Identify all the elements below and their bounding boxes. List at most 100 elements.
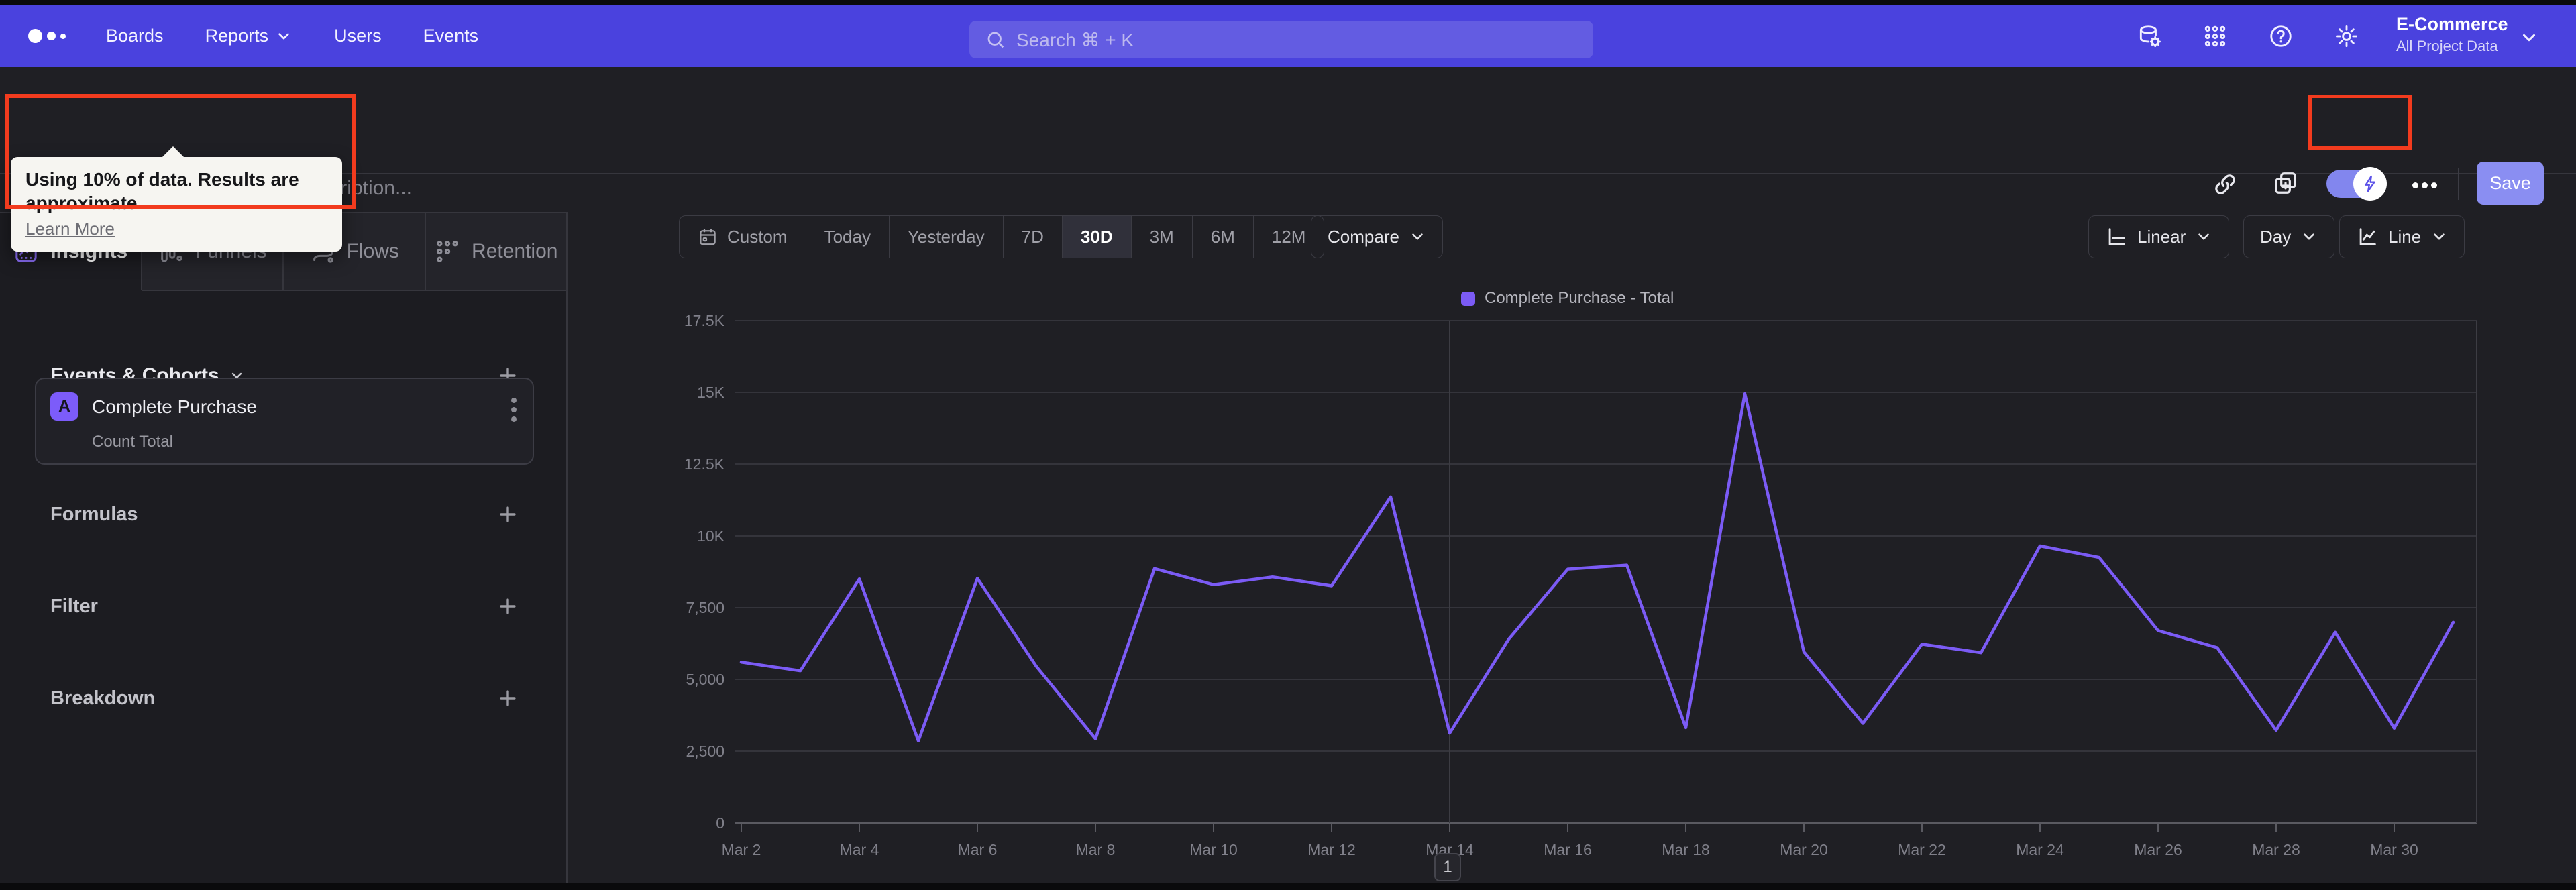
svg-text:Mar 28: Mar 28	[2252, 841, 2300, 858]
breakdown-section: Breakdown	[0, 678, 568, 718]
filter-label: Filter	[50, 595, 98, 617]
svg-text:12.5K: 12.5K	[684, 455, 725, 473]
top-nav: Boards Reports Users Events Search ⌘ + K E-…	[0, 5, 2576, 67]
date-range-label: 7D	[1021, 226, 1044, 247]
breakdown-label: Breakdown	[50, 687, 156, 709]
chevron-down-icon	[2198, 233, 2210, 240]
window-edge-bottom	[0, 883, 2576, 890]
legend-swatch	[1461, 291, 1475, 306]
add-filter-button[interactable]	[496, 595, 519, 618]
svg-text:Mar 16: Mar 16	[1544, 841, 1592, 858]
add-formula-button[interactable]	[496, 503, 519, 526]
series-letter-badge: A	[50, 392, 78, 421]
date-range-today[interactable]: Today	[806, 216, 890, 258]
date-range-30d[interactable]: 30D	[1062, 216, 1132, 258]
line-chart-icon	[2359, 228, 2376, 245]
more-options-button[interactable]	[2412, 180, 2442, 189]
date-range-custom[interactable]: Custom	[680, 216, 806, 258]
sampling-tooltip: Using 10% of data. Results are approxima…	[11, 146, 342, 252]
save-button[interactable]: Save	[2477, 162, 2544, 205]
date-range-label: 12M	[1271, 226, 1306, 247]
tab-retention[interactable]: Retention	[425, 213, 568, 291]
event-card[interactable]: A Complete Purchase Count Total	[35, 378, 534, 465]
svg-text:Mar 24: Mar 24	[2016, 841, 2064, 858]
svg-text:Mar 6: Mar 6	[958, 841, 998, 858]
nav-link-boards[interactable]: Boards	[106, 25, 164, 46]
svg-text:Mar 4: Mar 4	[840, 841, 879, 858]
tooltip-text: Using 10% of data. Results are approxima…	[25, 169, 299, 213]
copy-link-icon[interactable]	[2212, 172, 2238, 197]
lightning-bolt-icon	[2365, 175, 2375, 192]
compare-dropdown[interactable]: Compare	[1311, 215, 1443, 258]
date-range-control: Custom Today Yesterday 7D 30D 3M 6M 12M	[679, 215, 1325, 258]
interval-dropdown[interactable]: Day	[2243, 215, 2335, 258]
linear-scale-icon	[2108, 228, 2125, 245]
interval-label: Day	[2260, 226, 2292, 247]
formulas-label: Formulas	[50, 503, 138, 525]
event-metric[interactable]: Count Total	[92, 433, 173, 451]
nav-link-label: Events	[423, 25, 479, 46]
search-placeholder: Search ⌘ + K	[1016, 29, 1134, 50]
help-icon[interactable]	[2268, 23, 2294, 49]
svg-text:Mar 18: Mar 18	[1662, 841, 1710, 858]
scale-label: Linear	[2137, 226, 2186, 247]
tab-label: Flows	[346, 240, 399, 262]
chevron-down-icon[interactable]	[2519, 27, 2539, 48]
nav-link-users[interactable]: Users	[334, 25, 382, 46]
retention-icon	[437, 241, 458, 262]
svg-text:Mar 12: Mar 12	[1307, 841, 1356, 858]
nav-link-label: Reports	[205, 25, 269, 46]
nav-link-label: Boards	[106, 25, 164, 46]
scale-dropdown[interactable]: Linear	[2088, 215, 2230, 258]
query-panel: Events & Cohorts A Complete Purchase Cou…	[0, 291, 568, 883]
svg-text:2,500: 2,500	[686, 742, 724, 760]
logo-dot	[28, 29, 42, 43]
date-range-7d[interactable]: 7D	[1004, 216, 1063, 258]
settings-gear-icon[interactable]	[2334, 23, 2359, 49]
svg-text:15K: 15K	[697, 384, 725, 401]
chevron-down-icon	[2434, 233, 2445, 240]
date-range-6m[interactable]: 6M	[1193, 216, 1254, 258]
nav-utility-icons	[2137, 5, 2359, 67]
add-to-board-icon[interactable]	[2273, 170, 2298, 196]
date-range-label: 6M	[1210, 226, 1235, 247]
svg-text:7,500: 7,500	[686, 599, 724, 616]
mixpanel-logo[interactable]	[28, 29, 66, 43]
window-edge-top	[0, 0, 2576, 5]
nav-link-reports[interactable]: Reports	[205, 25, 293, 46]
apps-grid-icon[interactable]	[2202, 23, 2228, 49]
date-range-3m[interactable]: 3M	[1132, 216, 1193, 258]
date-range-label: 30D	[1080, 226, 1113, 247]
svg-text:10K: 10K	[697, 527, 725, 545]
svg-text:Mar 8: Mar 8	[1076, 841, 1116, 858]
page-number-button[interactable]: 1	[1434, 853, 1461, 881]
svg-text:Mar 22: Mar 22	[1898, 841, 1946, 858]
nav-links: Boards Reports Users Events	[106, 5, 478, 67]
add-breakdown-button[interactable]	[496, 687, 519, 710]
learn-more-link[interactable]: Learn More	[25, 219, 115, 239]
report-header: Untitled Sampled + Add description... Sa…	[0, 67, 2576, 207]
event-name[interactable]: Complete Purchase	[92, 396, 257, 418]
header-divider	[2458, 168, 2459, 200]
data-management-icon[interactable]	[2137, 23, 2162, 49]
svg-text:Mar 26: Mar 26	[2134, 841, 2182, 858]
filter-section: Filter	[0, 586, 568, 626]
project-name: E-Commerce	[2396, 14, 2508, 34]
chart-legend[interactable]: Complete Purchase - Total	[1461, 289, 1674, 308]
date-range-yesterday[interactable]: Yesterday	[890, 216, 1004, 258]
svg-text:Mar 20: Mar 20	[1780, 841, 1828, 858]
search-input[interactable]: Search ⌘ + K	[969, 21, 1593, 58]
chart-type-dropdown[interactable]: Line	[2339, 215, 2465, 258]
calendar-icon	[700, 229, 716, 245]
legend-label: Complete Purchase - Total	[1485, 289, 1674, 307]
event-options-button[interactable]	[510, 398, 518, 429]
line-chart[interactable]: 0 2,500 5,000 7,500 10K 12.5K 15K 17.5K Mar 2 Mar…	[671, 295, 2522, 858]
project-switcher[interactable]: E-Commerce All Project Data	[2396, 14, 2508, 55]
svg-text:Mar 30: Mar 30	[2370, 841, 2418, 858]
nav-link-events[interactable]: Events	[423, 25, 479, 46]
toggle-knob	[2353, 167, 2387, 201]
sampling-toggle[interactable]	[2326, 167, 2387, 201]
logo-dot	[47, 32, 56, 40]
date-range-label: 3M	[1149, 226, 1174, 247]
nav-link-label: Users	[334, 25, 382, 46]
